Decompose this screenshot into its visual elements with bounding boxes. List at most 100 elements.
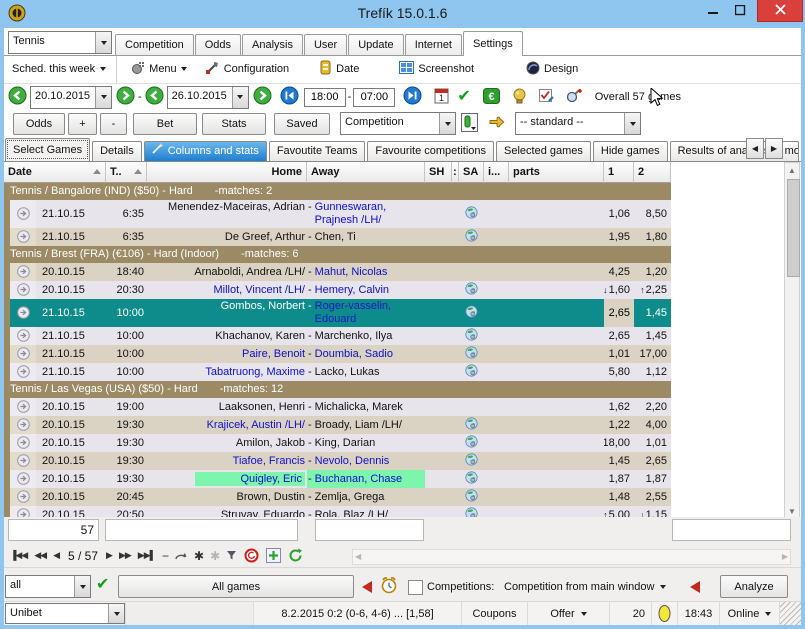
tab-scroll-right-button[interactable]: ▶ — [765, 138, 783, 159]
calendar-button[interactable]: 1 — [434, 87, 449, 107]
match-row[interactable]: 21.10.156:35Menendez-Maceiras, Adrian-Gu… — [4, 200, 671, 228]
tab-select-games[interactable]: Select Games — [5, 138, 90, 161]
online-dropdown[interactable]: Online — [720, 602, 780, 625]
nav-edit-button[interactable]: ✱ — [194, 549, 203, 563]
tab-details[interactable]: Details — [92, 141, 142, 161]
match-row[interactable]: 21.10.156:35De Greef, Arthur-Chen, Ti1,9… — [4, 228, 671, 246]
nav-first-button[interactable]: ▐◀◀ — [10, 550, 27, 561]
time-to-input[interactable] — [353, 88, 395, 107]
zoom-search-button[interactable] — [566, 88, 583, 107]
match-row[interactable]: 20.10.1520:45Brown, Dustin-Zemlja, Grega… — [4, 488, 671, 506]
nav-prev-button[interactable]: ◀ — [53, 550, 59, 561]
coupons-button[interactable]: Coupons — [462, 602, 528, 625]
filter-select[interactable]: all — [5, 575, 91, 598]
next-to-date-button[interactable] — [253, 86, 272, 108]
scroll-right-icon[interactable]: ▶ — [782, 552, 788, 561]
col-colon[interactable]: : — [452, 162, 459, 183]
tab-selected-games[interactable]: Selected games — [496, 141, 591, 161]
title-bar[interactable]: Trefík 15.0.1.6 — [0, 0, 805, 28]
skip-start-button[interactable] — [280, 86, 299, 108]
nav-filter-button[interactable] — [226, 550, 237, 561]
col-away[interactable]: Away — [307, 162, 425, 183]
chevron-down-icon[interactable] — [108, 604, 124, 623]
menu-tab-settings[interactable]: Settings — [463, 31, 523, 56]
standard-select[interactable]: -- standard -- — [515, 112, 641, 135]
prev-from-date-button[interactable] — [8, 86, 27, 108]
row-arrow-icon[interactable] — [10, 398, 36, 416]
vertical-scrollbar[interactable]: ▲ ▼ — [784, 162, 800, 517]
resize-grip[interactable] — [780, 602, 801, 625]
row-arrow-icon[interactable] — [10, 416, 36, 434]
col-home[interactable]: Home — [147, 162, 307, 183]
row-arrow-icon[interactable] — [10, 488, 36, 506]
nav-redo-button[interactable] — [175, 551, 187, 561]
match-row[interactable]: 20.10.1519:00Laaksonen, Henri-Michalicka… — [4, 398, 671, 416]
maximize-button[interactable] — [727, 0, 753, 21]
menu-tab-competition[interactable]: Competition — [115, 34, 194, 55]
match-row[interactable]: 20.10.1519:30Amilon, Jakob-King, Darian1… — [4, 434, 671, 452]
prev-to-date-button[interactable] — [145, 86, 164, 108]
chevron-down-icon[interactable] — [95, 32, 111, 53]
match-row[interactable]: 21.10.1510:00Khachanov, Karen-Marchenko,… — [4, 327, 671, 345]
tab-scroll-left-button[interactable]: ◀ — [746, 138, 764, 159]
games-count-box[interactable]: 57 — [8, 519, 99, 541]
match-row[interactable]: 21.10.1510:00Paire, Benoit-Doumbia, Sadi… — [4, 345, 671, 363]
next-from-date-button[interactable] — [116, 86, 135, 108]
nav-add-button[interactable] — [266, 548, 281, 563]
design-button[interactable]: Design — [520, 59, 584, 80]
col-sh[interactable]: SH — [425, 162, 452, 183]
row-arrow-icon[interactable] — [10, 299, 36, 327]
col-time[interactable]: T.. — [106, 162, 147, 183]
filter-check-icon[interactable]: ✔ — [96, 578, 109, 592]
competition-source-select[interactable]: Competition from main window — [504, 581, 666, 593]
row-arrow-icon[interactable] — [10, 281, 36, 299]
tasks-button[interactable] — [539, 88, 554, 106]
horizontal-scrollbar[interactable]: ◀ ▶ — [352, 549, 791, 565]
row-arrow-icon[interactable] — [10, 200, 36, 228]
match-row[interactable]: 20.10.1520:50Struvay, Eduardo-Rola, Blaz… — [4, 506, 671, 517]
match-row[interactable]: 20.10.1519:30Tiafoe, Francis-Nevolo, Den… — [4, 452, 671, 470]
nav-cancel-button[interactable] — [244, 548, 259, 563]
row-arrow-icon[interactable] — [10, 506, 36, 517]
note-box-1[interactable] — [105, 519, 298, 541]
sport-select[interactable]: Tennis — [8, 31, 112, 54]
menu-tab-update[interactable]: Update — [348, 34, 403, 55]
match-row[interactable]: 21.10.1510:00Gombos, Norbert-Roger-vasse… — [4, 299, 671, 327]
bookmaker-select[interactable]: Unibet — [5, 603, 125, 624]
row-arrow-icon[interactable] — [10, 263, 36, 281]
stats-button[interactable]: Stats — [202, 113, 266, 135]
match-row[interactable]: 20.10.1519:30Quigley, Eric-Buchanan, Cha… — [4, 470, 671, 488]
odds-button[interactable]: Odds — [13, 113, 65, 135]
menu-button[interactable]: Menu — [125, 59, 193, 80]
chevron-down-icon[interactable] — [95, 87, 111, 108]
chevron-down-icon[interactable] — [74, 576, 90, 597]
tab-columns-and-stats[interactable]: Columns and stats — [144, 141, 267, 161]
row-arrow-icon[interactable] — [10, 452, 36, 470]
nav-last-button[interactable]: ▶▶▌ — [138, 550, 155, 561]
nav-fast-back-button[interactable]: ◀◀ — [34, 550, 46, 561]
analyze-button[interactable]: Analyze — [720, 575, 788, 598]
scrollbar-thumb[interactable] — [787, 179, 800, 277]
competition-mode-select[interactable]: Competition — [340, 112, 456, 135]
tab-favourite-competitions[interactable]: Favourite competitions — [367, 141, 494, 161]
chart-button[interactable] — [461, 113, 478, 135]
menu-tab-internet[interactable]: Internet — [405, 34, 462, 55]
time-from-input[interactable] — [304, 88, 346, 107]
side-box[interactable] — [672, 519, 791, 541]
match-row[interactable]: 21.10.1510:00Tabatruong, Maxime-Lacko, L… — [4, 363, 671, 381]
match-row[interactable]: 20.10.1518:40Arnaboldi, Andrea /LH/-Mahu… — [4, 263, 671, 281]
row-arrow-icon[interactable] — [10, 228, 36, 246]
confirm-check-icon[interactable]: ✔ — [457, 90, 470, 104]
schedule-dropdown[interactable]: Sched. this week — [4, 56, 117, 83]
plus-button[interactable]: + — [68, 113, 97, 135]
nav-post-button[interactable]: ✱ — [210, 549, 219, 563]
nav-delete-button[interactable]: − — [162, 549, 168, 563]
hand-pointer-icon[interactable] — [488, 115, 506, 132]
nav-fast-forward-button[interactable]: ▶▶ — [119, 550, 131, 561]
row-arrow-icon[interactable] — [10, 434, 36, 452]
nav-next-button[interactable]: ▶ — [106, 550, 112, 561]
configuration-button[interactable]: Configuration — [199, 58, 295, 80]
close-button[interactable] — [757, 0, 803, 22]
scroll-down-icon[interactable]: ▼ — [786, 507, 798, 516]
nav-refresh-button[interactable] — [288, 548, 303, 563]
